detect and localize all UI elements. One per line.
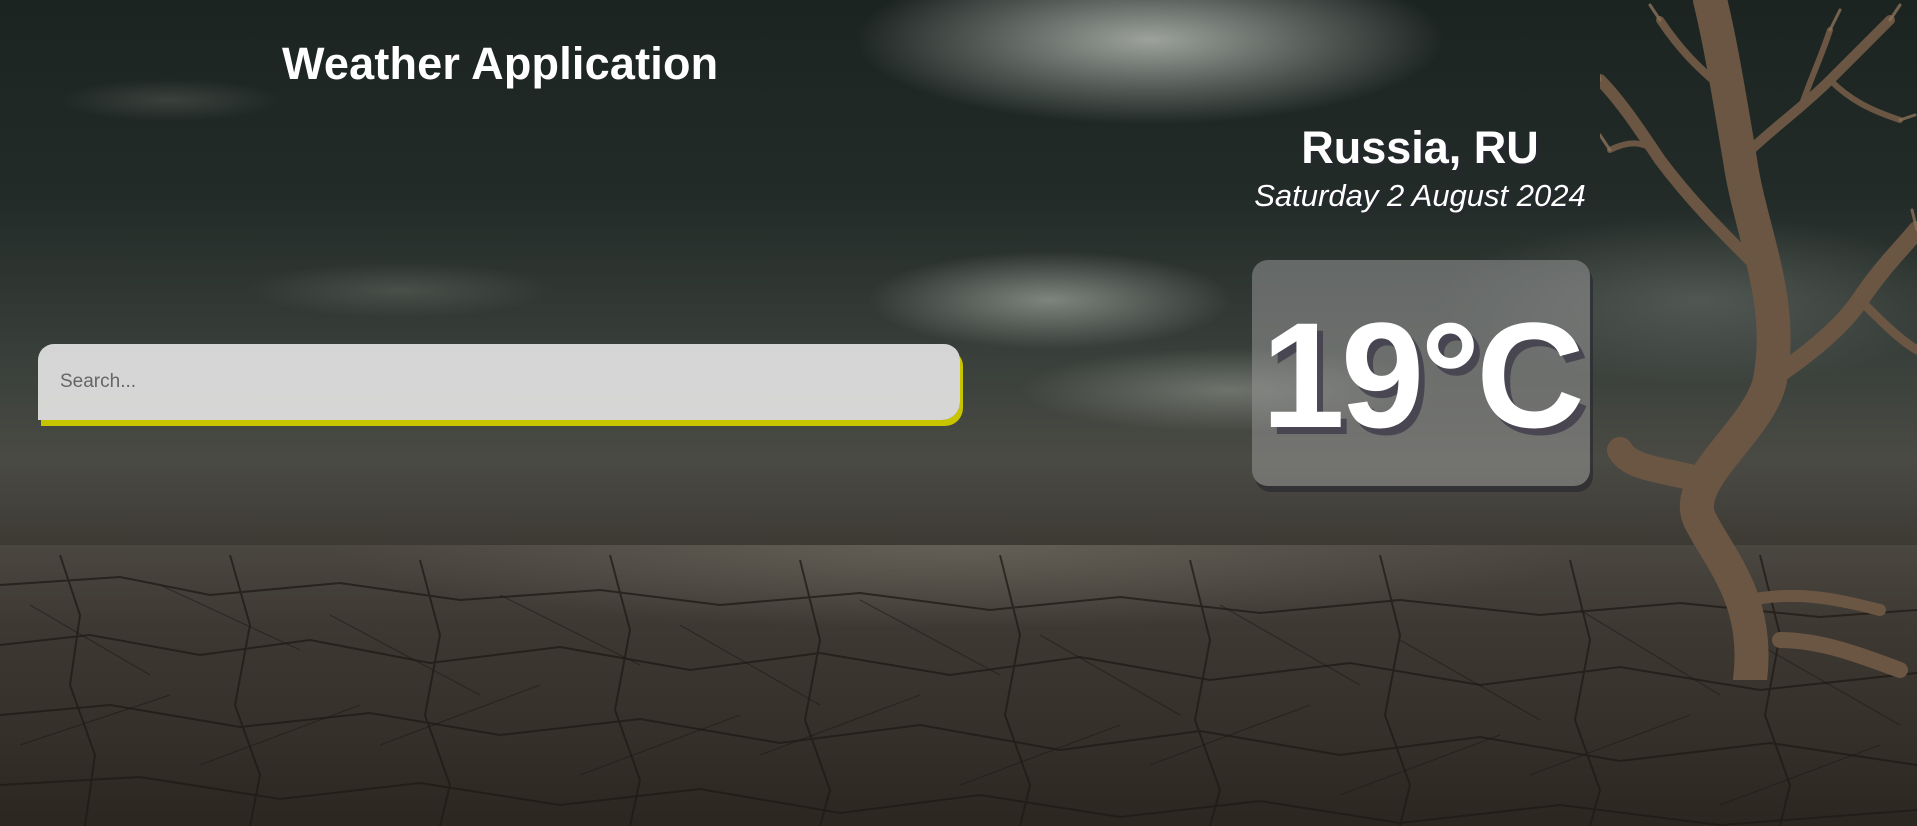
search-bar [38,344,960,420]
temperature-card: 19°C [1252,260,1590,486]
search-input[interactable] [38,344,960,420]
weather-app: Weather Application Russia, RU Saturday … [0,0,1917,826]
temperature-value: 19°C [1261,291,1584,459]
location-label: Russia, RU [1301,122,1539,173]
date-label: Saturday 2 August 2024 [1254,178,1586,213]
page-title: Weather Application [282,38,719,89]
dead-tree-illustration [1600,0,1917,680]
